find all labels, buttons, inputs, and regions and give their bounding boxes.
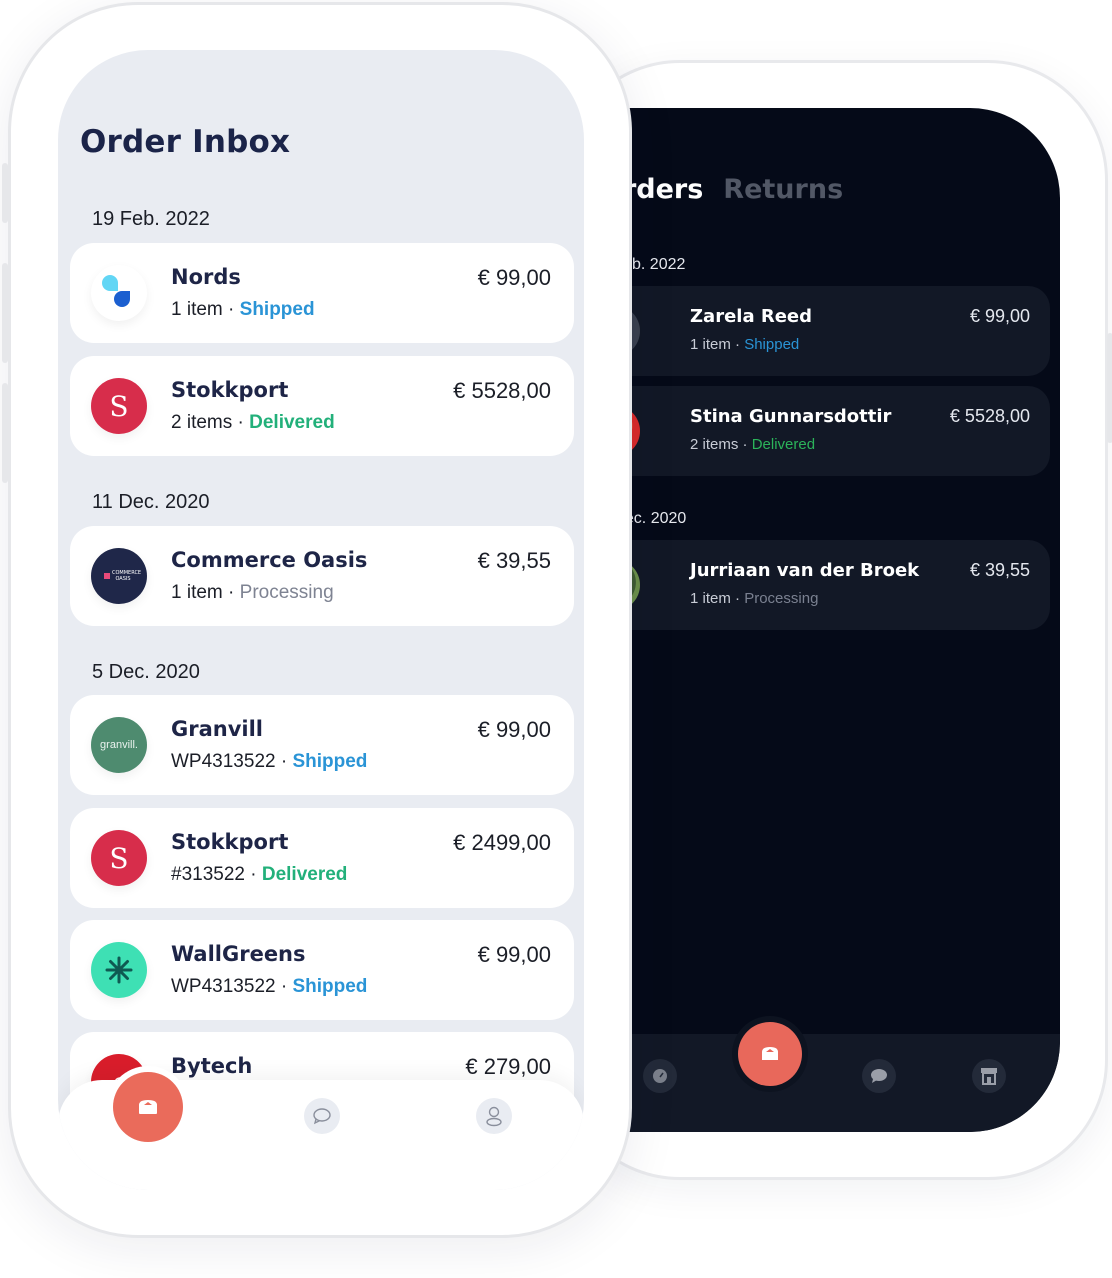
separator: · xyxy=(730,590,745,607)
order-row[interactable]: S Stokkport #313522 · Delivered € 2499,0… xyxy=(70,808,574,908)
order-meta: 1 item · Processing xyxy=(171,582,334,604)
order-price: € 99,00 xyxy=(477,717,551,742)
date-header: 11 Dec. 2020 xyxy=(92,491,210,513)
commerce-oasis-logo: COMMERCE OASIS xyxy=(91,548,147,604)
order-price: € 5528,00 xyxy=(949,406,1030,426)
status-badge: Processing xyxy=(239,582,334,603)
separator: · xyxy=(730,336,745,353)
stokkport-logo: S xyxy=(91,830,147,886)
merchant-name: Stokkport xyxy=(171,378,289,402)
status-badge: Shipped xyxy=(292,751,368,772)
order-price: € 279,00 xyxy=(465,1054,551,1079)
separator: · xyxy=(244,864,262,885)
phone-side-button xyxy=(1107,333,1112,443)
item-count: 1 item xyxy=(171,299,223,320)
order-meta: #313522 · Delivered xyxy=(171,864,347,886)
order-row[interactable]: Nords 1 item · Shipped € 99,00 xyxy=(70,243,574,343)
order-price: € 99,00 xyxy=(969,306,1030,326)
nords-logo xyxy=(91,265,147,321)
dark-orders-screen: Orders Returns 9 Feb. 2022 Zarela Reed 1… xyxy=(560,108,1060,1132)
status-badge: Shipped xyxy=(744,336,800,353)
order-row[interactable]: COMMERCE OASIS Commerce Oasis 1 item · P… xyxy=(70,526,574,626)
item-count: 1 item xyxy=(171,582,223,603)
customer-name: Stina Gunnarsdottir xyxy=(690,406,892,427)
inbox-icon[interactable] xyxy=(113,1072,183,1142)
separator: · xyxy=(738,436,752,453)
order-price: € 99,00 xyxy=(477,265,551,290)
phone-side-button xyxy=(2,263,8,363)
phone-side-button xyxy=(2,383,8,483)
status-badge: Delivered xyxy=(261,864,348,885)
order-price: € 39,55 xyxy=(969,560,1030,580)
order-meta: 1 item · Shipped xyxy=(690,336,799,353)
page-title: Order Inbox xyxy=(80,124,291,160)
wallgreens-logo xyxy=(91,942,147,998)
separator: · xyxy=(275,751,293,772)
granvill-logo: granvill. xyxy=(91,717,147,773)
separator: · xyxy=(222,582,240,603)
order-row[interactable]: Zarela Reed 1 item · Shipped € 99,00 xyxy=(588,286,1050,376)
order-number: WP4313522 xyxy=(171,976,276,997)
bottom-nav xyxy=(560,1022,1060,1132)
order-meta: WP4313522 · Shipped xyxy=(171,751,367,773)
merchant-name: Commerce Oasis xyxy=(171,548,368,572)
order-number: WP4313522 xyxy=(171,751,276,772)
status-badge: Processing xyxy=(744,590,819,607)
order-meta: 2 items · Delivered xyxy=(690,436,815,453)
tab-bar: Orders Returns xyxy=(600,174,843,205)
status-badge: Delivered xyxy=(249,412,335,433)
customer-name: Jurriaan van der Broek xyxy=(690,560,920,581)
status-badge: Shipped xyxy=(292,976,368,997)
order-meta: 1 item · Processing xyxy=(690,590,818,607)
status-badge: Shipped xyxy=(239,299,315,320)
item-count: 2 items xyxy=(171,412,233,433)
inbox-icon[interactable] xyxy=(738,1022,802,1086)
order-meta: WP4313522 · Shipped xyxy=(171,976,367,998)
order-price: € 2499,00 xyxy=(453,830,551,855)
order-row[interactable]: WallGreens WP4313522 · Shipped € 99,00 xyxy=(70,920,574,1020)
order-meta: 2 items · Delivered xyxy=(171,412,335,434)
dashboard-icon[interactable] xyxy=(643,1059,677,1093)
customer-name: Zarela Reed xyxy=(690,306,813,327)
merchant-name: Bytech xyxy=(171,1054,253,1078)
merchant-name: WallGreens xyxy=(171,942,306,966)
separator: · xyxy=(275,976,293,997)
date-header: 5 Dec. 2020 xyxy=(92,661,200,683)
item-count: 1 item xyxy=(690,590,731,607)
order-price: € 99,00 xyxy=(477,942,551,967)
merchant-name: Granvill xyxy=(171,717,263,741)
merchant-name: Stokkport xyxy=(171,830,289,854)
merchant-name: Nords xyxy=(171,265,241,289)
chat-icon[interactable] xyxy=(862,1059,896,1093)
status-badge: Delivered xyxy=(751,436,816,453)
date-header: 19 Feb. 2022 xyxy=(92,208,210,230)
profile-icon[interactable] xyxy=(476,1098,512,1134)
order-inbox-screen: Order Inbox 19 Feb. 2022 Nords 1 item · … xyxy=(58,50,584,1190)
separator: · xyxy=(232,412,250,433)
order-price: € 39,55 xyxy=(477,548,551,573)
store-icon[interactable] xyxy=(972,1059,1006,1093)
order-number: #313522 xyxy=(171,864,245,885)
order-row[interactable]: granvill. Granvill WP4313522 · Shipped €… xyxy=(70,695,574,795)
order-row[interactable]: Jurriaan van der Broek 1 item · Processi… xyxy=(588,540,1050,630)
separator: · xyxy=(222,299,240,320)
order-price: € 5528,00 xyxy=(453,378,551,403)
order-row[interactable]: Stina Gunnarsdottir 2 items · Delivered … xyxy=(588,386,1050,476)
tab-returns[interactable]: Returns xyxy=(723,174,843,205)
order-meta: 1 item · Shipped xyxy=(171,299,315,321)
bottom-nav xyxy=(58,1072,584,1190)
stokkport-logo: S xyxy=(91,378,147,434)
item-count: 1 item xyxy=(690,336,731,353)
phone-side-button xyxy=(2,163,8,223)
order-row[interactable]: S Stokkport 2 items · Delivered € 5528,0… xyxy=(70,356,574,456)
chat-icon[interactable] xyxy=(304,1098,340,1134)
asterisk-icon xyxy=(105,956,133,984)
item-count: 2 items xyxy=(690,436,739,453)
